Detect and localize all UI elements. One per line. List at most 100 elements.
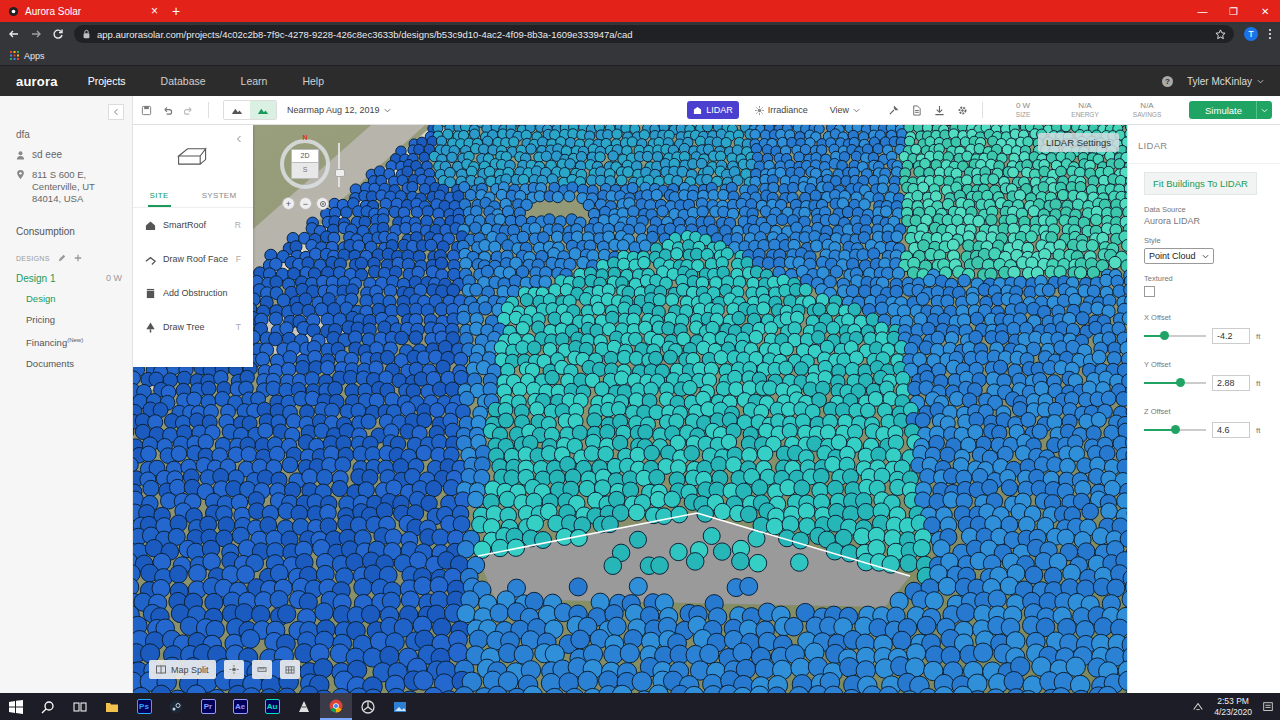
document-icon[interactable] — [911, 105, 922, 116]
design-stat: N/AENERGY — [1059, 101, 1111, 119]
nav-item[interactable]: Learn — [241, 75, 268, 87]
lidar-point — [1100, 274, 1113, 287]
lidar-point — [875, 302, 888, 315]
redo-icon[interactable] — [183, 105, 194, 116]
save-icon[interactable] — [141, 105, 152, 116]
lidar-point — [526, 144, 536, 154]
reload-icon[interactable] — [52, 28, 64, 40]
lidar-point — [788, 182, 799, 193]
project-sidebar: dfasd eee811 S 600 E, Centerville, UT 84… — [0, 96, 133, 693]
chevron-down-icon — [1257, 79, 1264, 84]
browser-menu-icon[interactable] — [1268, 28, 1272, 40]
toolbar-toggle-button[interactable]: Irradiance — [749, 101, 814, 119]
lidar-point — [762, 257, 774, 269]
lidar-point — [639, 240, 651, 252]
chevron-down-icon[interactable] — [1261, 108, 1268, 113]
lidar-point — [509, 137, 519, 147]
lidar-point — [642, 151, 652, 161]
design-nav-item[interactable]: Financing(New) — [16, 334, 132, 349]
lidar-point — [657, 206, 668, 217]
nav-item[interactable]: Help — [302, 75, 324, 87]
lidar-point — [479, 302, 492, 315]
lock-icon — [82, 29, 91, 39]
person-icon — [16, 150, 25, 160]
design-nav-item[interactable]: Design — [16, 292, 132, 305]
lidar-point — [355, 257, 367, 269]
consumption-link[interactable]: Consumption — [16, 226, 132, 237]
view-mode-button[interactable] — [250, 101, 276, 119]
design-nav-item[interactable]: Pricing — [16, 313, 132, 326]
designs-header: DESIGNS — [16, 254, 132, 262]
bookmarks-bar: Apps — [0, 46, 1280, 66]
forward-arrow-icon[interactable] — [30, 28, 42, 40]
lidar-point — [481, 265, 493, 277]
aurora-favicon-icon — [8, 6, 19, 17]
lidar-point — [1072, 199, 1083, 210]
lidar-point — [877, 183, 888, 194]
design-stat: N/ASAVINGS — [1121, 101, 1173, 119]
lidar-point — [411, 207, 422, 218]
nav-item[interactable]: Projects — [88, 75, 126, 87]
undo-icon[interactable] — [162, 105, 173, 116]
aurora-logo[interactable]: aurora — [16, 74, 58, 89]
lidar-icon — [693, 106, 702, 115]
plus-icon[interactable] — [74, 254, 82, 262]
toolbar-toggle-button[interactable]: LIDAR — [687, 101, 739, 119]
toolbar-toggle-button[interactable]: View — [824, 101, 866, 119]
lidar-point — [407, 182, 418, 193]
lidar-point — [447, 152, 457, 162]
apps-grid-icon — [10, 51, 19, 60]
window-control-button[interactable]: ✕ — [1249, 6, 1280, 17]
close-tab-button[interactable]: × — [151, 4, 158, 18]
map-pin-icon — [16, 170, 25, 180]
browser-tab[interactable]: Aurora Solar × — [0, 0, 166, 22]
lidar-point — [947, 239, 959, 251]
main-area: dfasd eee811 S 600 E, Centerville, UT 84… — [0, 96, 1280, 693]
simulate-button[interactable]: Simulate — [1189, 101, 1272, 119]
lidar-point — [718, 190, 729, 201]
bookmark-item[interactable]: Apps — [10, 51, 45, 61]
lidar-point — [612, 129, 622, 139]
lidar-point — [1038, 182, 1049, 193]
profile-avatar[interactable]: T — [1244, 27, 1258, 41]
lidar-point — [484, 166, 495, 177]
bookmark-star-icon[interactable] — [1215, 29, 1226, 40]
wrench-icon[interactable] — [888, 105, 899, 116]
lidar-point — [757, 302, 770, 315]
view-mode-button[interactable] — [224, 101, 250, 119]
nav-item[interactable]: Database — [161, 75, 206, 87]
lidar-point — [564, 191, 575, 202]
user-menu[interactable]: Tyler McKinlay — [1187, 76, 1252, 87]
lidar-3d-view[interactable]: SITESYSTEMSmartRoofRDraw Roof FaceFAdd O… — [133, 125, 1127, 693]
lidar-point — [1109, 256, 1121, 268]
imagery-dropdown[interactable]: Nearmap Aug 12, 2019 — [287, 105, 391, 115]
design-nav-item[interactable]: Documents — [16, 357, 132, 370]
lidar-point — [794, 152, 804, 162]
help-button[interactable]: ? — [1162, 76, 1173, 87]
url-field[interactable]: app.aurorasolar.com/projects/4c02c2b8-7f… — [74, 25, 1234, 43]
lidar-point — [634, 223, 646, 235]
design-entry[interactable]: Design 10 W — [16, 273, 132, 284]
lidar-point — [1008, 167, 1019, 178]
download-icon[interactable] — [934, 105, 945, 116]
new-tab-button[interactable]: + — [166, 3, 186, 19]
chevron-down-icon — [384, 108, 391, 113]
pencil-icon[interactable] — [58, 254, 66, 262]
window-control-button[interactable]: ❐ — [1218, 6, 1249, 17]
workspace: Nearmap Aug 12, 2019 LIDAR Irradiance Vi… — [133, 96, 1280, 693]
view-mode-toggle — [223, 100, 277, 120]
collapse-sidebar-button[interactable] — [108, 104, 124, 120]
lidar-point — [750, 129, 760, 139]
tab-title: Aurora Solar — [25, 6, 145, 17]
lidar-point — [1042, 284, 1055, 297]
lidar-point — [891, 231, 903, 243]
lidar-point — [520, 294, 533, 307]
lidar-point — [479, 144, 489, 154]
lidar-point — [958, 274, 971, 287]
back-arrow-icon[interactable] — [8, 28, 20, 40]
lidar-point — [1074, 267, 1086, 279]
lidar-point — [881, 206, 892, 217]
window-control-button[interactable]: — — [1187, 6, 1218, 17]
project-name: dfa — [16, 129, 132, 140]
gear-icon[interactable] — [957, 105, 968, 116]
